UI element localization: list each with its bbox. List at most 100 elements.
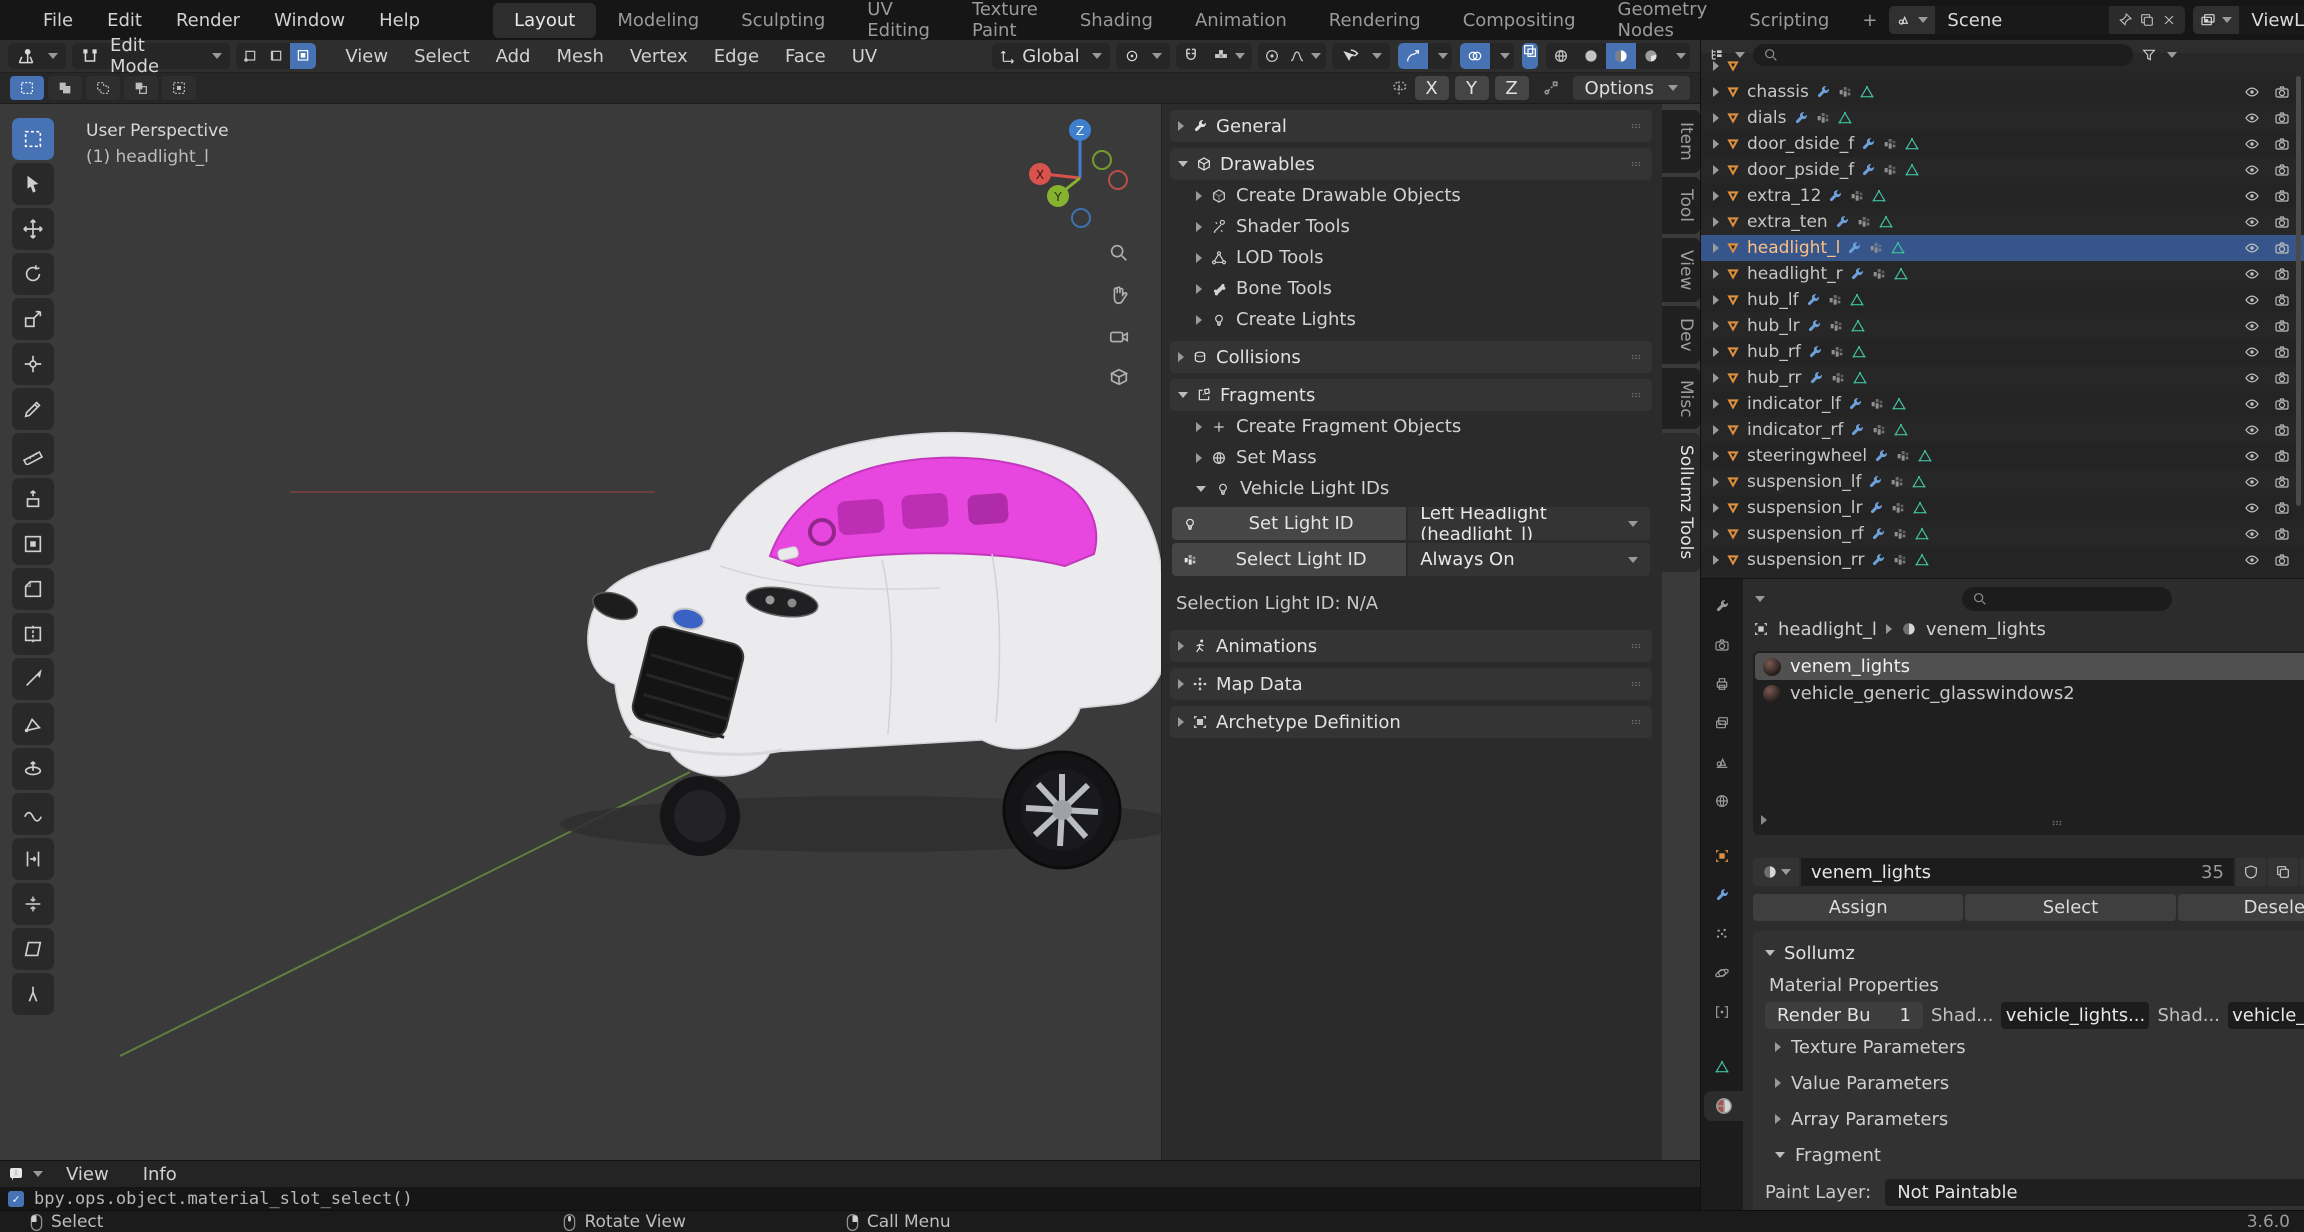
outliner-row[interactable]: dials — [1701, 105, 2304, 131]
disable-render-icon[interactable] — [2274, 396, 2290, 412]
outliner-row[interactable]: hub_rf — [1701, 339, 2304, 365]
disable-render-icon[interactable] — [2274, 526, 2290, 542]
hide-eye-icon[interactable] — [2244, 318, 2260, 334]
outliner-row[interactable]: indicator_rf — [1701, 417, 2304, 443]
sidebar-tab-dev[interactable]: Dev — [1662, 306, 1700, 364]
smooth-tool[interactable] — [12, 793, 54, 835]
disclosure-icon[interactable] — [1713, 321, 1719, 331]
properties-editor-dropdown[interactable] — [1755, 596, 1765, 602]
disclosure-icon[interactable] — [1713, 295, 1719, 305]
mesh-data-icon[interactable] — [1859, 84, 1875, 100]
shear-tool[interactable] — [12, 928, 54, 970]
spin-tool[interactable] — [12, 748, 54, 790]
outliner-row[interactable]: suspension_rr — [1701, 547, 2304, 573]
info-menu-view[interactable]: View — [49, 1164, 126, 1185]
select-light-id-button[interactable]: Select Light ID — [1172, 543, 1406, 576]
viewport-menu-uv[interactable]: UV — [839, 46, 891, 67]
shading-wireframe-icon[interactable] — [1546, 43, 1576, 69]
disable-render-icon[interactable] — [2274, 292, 2290, 308]
properties-tab-scene[interactable] — [1704, 747, 1740, 777]
disable-render-icon[interactable] — [2274, 266, 2290, 282]
properties-tab-physics[interactable] — [1704, 958, 1740, 988]
hide-eye-icon[interactable] — [2244, 370, 2260, 386]
material-slot[interactable]: venem_lights — [1755, 653, 2304, 680]
annotate-tool[interactable] — [12, 388, 54, 430]
shading-material-icon[interactable] — [1606, 43, 1636, 69]
sidebar-tab-item[interactable]: Item — [1662, 110, 1700, 173]
modifier-wrench-icon[interactable] — [1849, 422, 1865, 438]
disable-render-icon[interactable] — [2274, 318, 2290, 334]
subpanel-create-fragment-objects[interactable]: Create Fragment Objects — [1170, 411, 1652, 442]
outliner-row[interactable]: hub_lr — [1701, 313, 2304, 339]
deselect-button[interactable]: Deselect — [2178, 894, 2304, 921]
mesh-data-icon[interactable] — [1917, 448, 1933, 464]
modifier-wrench-icon[interactable] — [1807, 344, 1823, 360]
modifier-wrench-icon[interactable] — [1827, 188, 1843, 204]
scale-tool[interactable] — [12, 298, 54, 340]
pivot-point-dropdown[interactable] — [1116, 43, 1170, 69]
shading-dropdown[interactable] — [1666, 43, 1690, 69]
modifier-wrench-icon[interactable] — [1870, 526, 1886, 542]
disable-render-icon[interactable] — [2274, 344, 2290, 360]
vertex-group-icon[interactable] — [1868, 240, 1884, 256]
modifier-wrench-icon[interactable] — [1860, 162, 1876, 178]
grip-icon[interactable] — [1628, 676, 1644, 692]
grip-icon[interactable] — [1628, 714, 1644, 730]
poly-build-tool[interactable] — [12, 703, 54, 745]
mesh-data-icon[interactable] — [1878, 214, 1894, 230]
outliner-row[interactable]: extra_ten — [1701, 209, 2304, 235]
outliner-row[interactable]: suspension_lf — [1701, 469, 2304, 495]
new-material-copy-icon[interactable] — [2268, 858, 2298, 886]
vertex-group-icon[interactable] — [1890, 500, 1906, 516]
disclosure-icon[interactable] — [1713, 87, 1719, 97]
disclosure-icon[interactable] — [1713, 477, 1719, 487]
set-light-id-dropdown[interactable]: Left Headlight (headlight_l) — [1408, 507, 1650, 540]
select-button[interactable]: Select — [1965, 894, 2175, 921]
properties-tab-object-data[interactable] — [1704, 1052, 1740, 1082]
hide-eye-icon[interactable] — [2244, 292, 2260, 308]
panel-header-archetype-definition[interactable]: Archetype Definition — [1170, 706, 1652, 738]
outliner-row[interactable]: hub_rr — [1701, 365, 2304, 391]
assign-button[interactable]: Assign — [1753, 894, 1963, 921]
knife-tool[interactable] — [12, 658, 54, 700]
outliner-row[interactable]: steeringwheel — [1701, 443, 2304, 469]
mesh-data-icon[interactable] — [1914, 552, 1930, 568]
menu-render[interactable]: Render — [159, 10, 257, 31]
viewport-menu-add[interactable]: Add — [483, 46, 544, 67]
vertex-group-icon[interactable] — [1871, 266, 1887, 282]
mesh-data-icon[interactable] — [1837, 110, 1853, 126]
viewport-menu-view[interactable]: View — [332, 46, 401, 67]
render-bucket-field[interactable]: Render Bu 1 — [1765, 1002, 1923, 1029]
mode-dropdown[interactable]: Edit Mode — [72, 43, 230, 69]
properties-tab-world[interactable] — [1704, 786, 1740, 816]
hide-eye-icon[interactable] — [2244, 448, 2260, 464]
grip-icon[interactable] — [1628, 387, 1644, 403]
vertex-group-icon[interactable] — [1849, 188, 1865, 204]
panel-header-animations[interactable]: Animations — [1170, 630, 1652, 662]
panel-header-drawables[interactable]: Drawables — [1170, 148, 1652, 180]
snap-target-dropdown[interactable] — [1206, 43, 1252, 69]
grip-icon[interactable] — [1628, 118, 1644, 134]
hide-eye-icon[interactable] — [2244, 136, 2260, 152]
edge-select-icon[interactable] — [263, 43, 290, 69]
vertex-group-icon[interactable] — [1830, 370, 1846, 386]
subpanel-shader-tools[interactable]: Shader Tools — [1170, 211, 1652, 242]
mesh-data-icon[interactable] — [1849, 292, 1865, 308]
vertex-group-icon[interactable] — [1869, 396, 1885, 412]
value-parameters-section[interactable]: Value Parameters — [1765, 1065, 2304, 1101]
subpanel-bone-tools[interactable]: Bone Tools — [1170, 273, 1652, 304]
mesh-data-icon[interactable] — [1851, 344, 1867, 360]
disable-render-icon[interactable] — [2274, 370, 2290, 386]
hide-eye-icon[interactable] — [2244, 188, 2260, 204]
shader-name-field[interactable]: vehicle_lights... — [2001, 1002, 2149, 1029]
subpanel-create-drawable-objects[interactable]: Create Drawable Objects — [1170, 180, 1652, 211]
select-invert-icon[interactable] — [124, 76, 158, 100]
modifier-wrench-icon[interactable] — [1834, 214, 1850, 230]
set-light-id-button[interactable]: Set Light ID — [1172, 507, 1406, 540]
disclosure-icon[interactable] — [1713, 61, 1719, 71]
vertex-group-icon[interactable] — [1892, 526, 1908, 542]
vertex-group-icon[interactable] — [1837, 84, 1853, 100]
vertex-group-icon[interactable] — [1882, 136, 1898, 152]
falloff-dropdown[interactable] — [1285, 43, 1326, 69]
edge-slide-tool[interactable] — [12, 838, 54, 880]
